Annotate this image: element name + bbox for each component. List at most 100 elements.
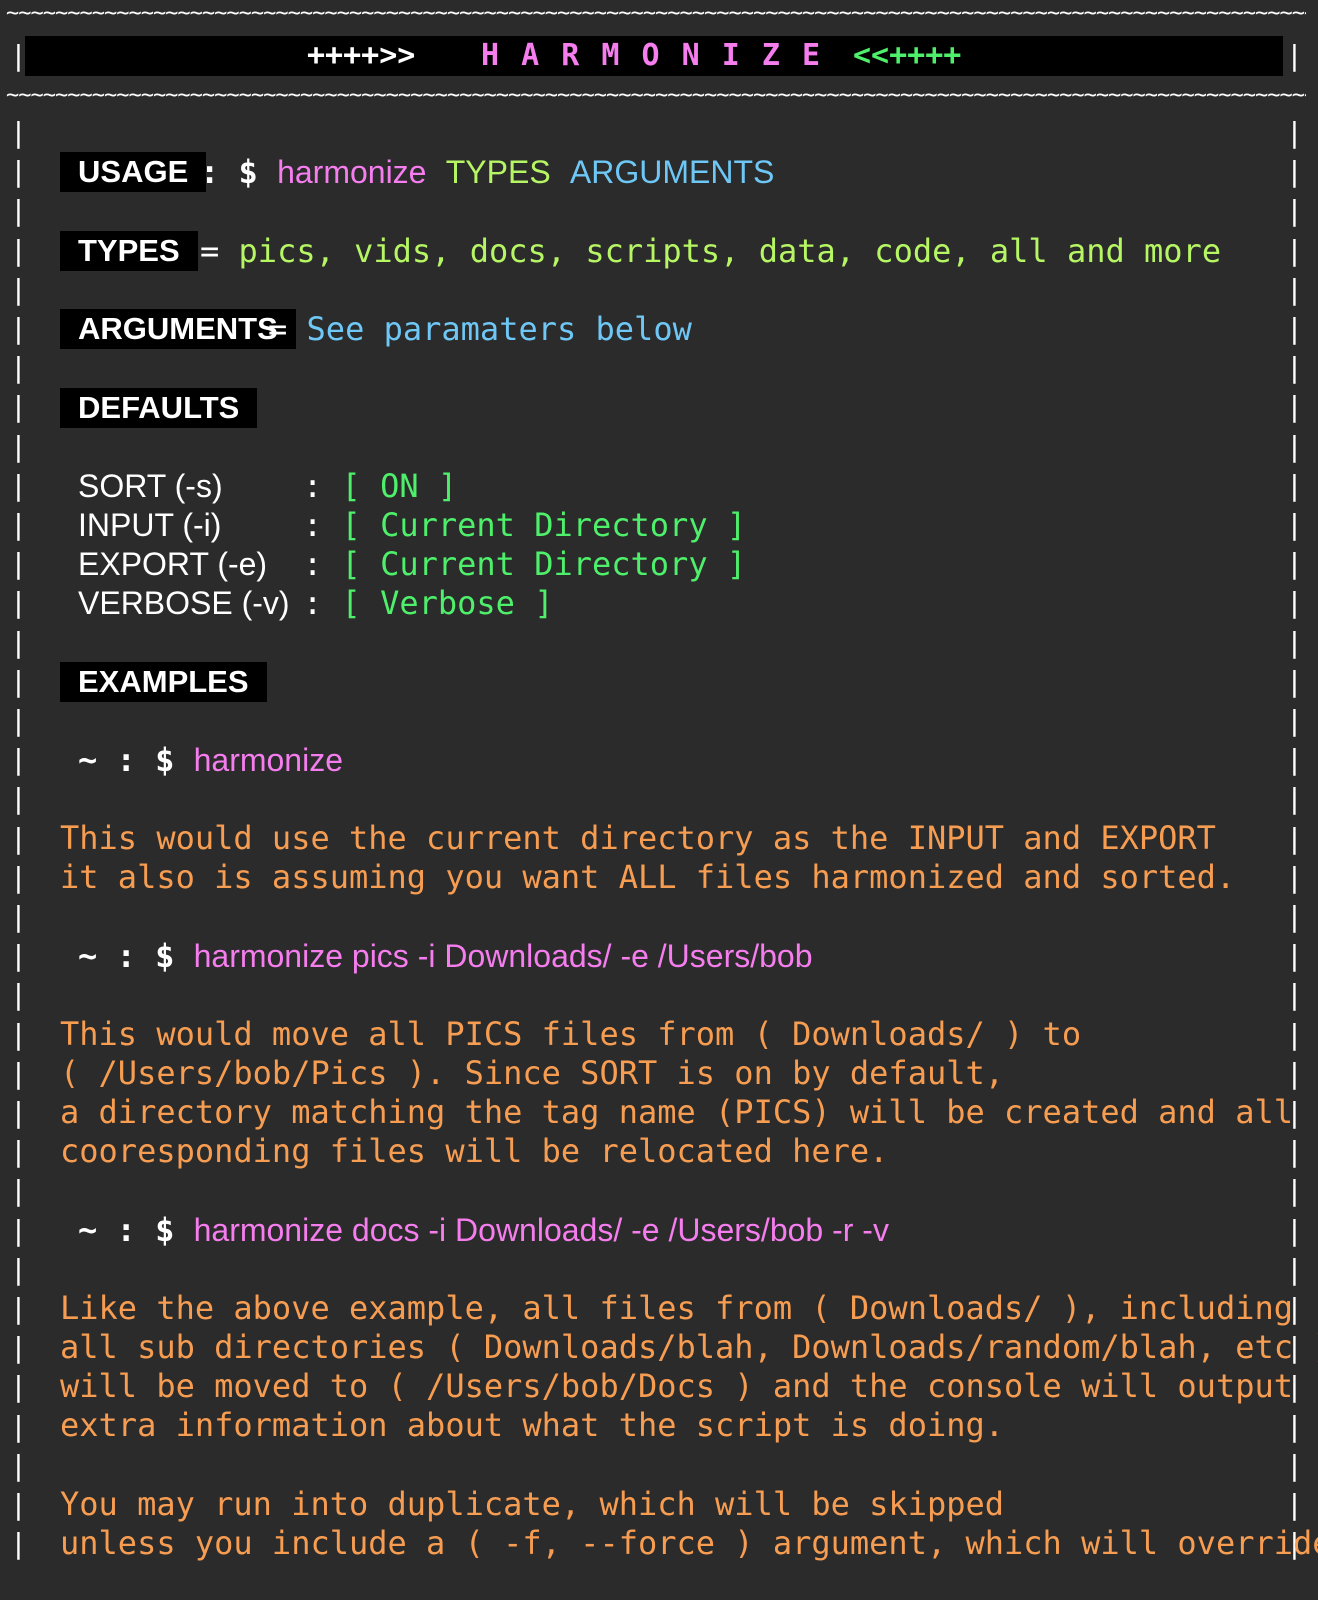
- example-3-desc-line: Like the above example, all files from (…: [60, 1289, 1293, 1327]
- left-border-pipe: |: [10, 1527, 27, 1560]
- default-value: [ Current Directory ]: [341, 545, 747, 583]
- default-value: [ Current Directory ]: [341, 506, 747, 544]
- examples-label: EXAMPLES: [60, 662, 267, 702]
- arguments-value: See paramaters below: [306, 310, 692, 348]
- right-border-pipe: |: [1286, 704, 1303, 737]
- example-cmd: harmonize: [193, 742, 343, 778]
- left-border-pipe: |: [10, 1174, 27, 1207]
- left-border-pipe: |: [10, 508, 27, 541]
- header-bottom-border: ~~~~~~~~~~~~~~~~~~~~~~~~~~~~~~~~~~~~~~~~…: [6, 86, 1306, 106]
- right-border-pipe: |: [1286, 194, 1303, 227]
- usage-cmd: harmonize: [277, 154, 427, 190]
- right-border-pipe: |: [1286, 1018, 1303, 1051]
- right-border-pipe: |: [1286, 1253, 1303, 1286]
- right-border-pipe: |: [1286, 665, 1303, 698]
- note-line: You may run into duplicate, which will b…: [60, 1485, 1005, 1523]
- right-border-pipe: |: [1286, 430, 1303, 463]
- example-2-desc-line: ( /Users/bob/Pics ). Since SORT is on by…: [60, 1054, 1005, 1092]
- example-3-desc-line: all sub directories ( Downloads/blah, Do…: [60, 1328, 1318, 1366]
- right-border-pipe: |: [1286, 273, 1303, 306]
- left-border-pipe: |: [10, 1096, 27, 1129]
- default-row-export: EXPORT (-e): [ Current Directory ]: [78, 544, 746, 584]
- default-row-verbose: VERBOSE (-v): [ Verbose ]: [78, 583, 553, 623]
- left-border-pipe: |: [10, 665, 27, 698]
- example-3-desc-line: will be moved to ( /Users/bob/Docs ) and…: [60, 1367, 1293, 1405]
- default-colon: :: [303, 545, 323, 583]
- right-border-pipe: |: [1286, 978, 1303, 1011]
- right-border-pipe: |: [1286, 1135, 1303, 1168]
- right-border-pipe: |: [1286, 1410, 1303, 1443]
- right-border-pipe: |: [1286, 939, 1303, 972]
- example-2-desc-line: cooresponding files will be relocated he…: [60, 1132, 889, 1170]
- example-1-desc-line: it also is assuming you want ALL files h…: [60, 858, 1236, 896]
- usage-sep: : $: [200, 153, 258, 191]
- example-2-command: ~ : $ harmonize pics -i Downloads/ -e /U…: [78, 936, 813, 976]
- example-cmd: harmonize pics -i Downloads/ -e /Users/b…: [193, 938, 813, 974]
- usage-label: USAGE: [60, 152, 207, 192]
- default-key: INPUT (-i): [78, 507, 222, 543]
- right-border-pipe: |: [1286, 861, 1303, 894]
- default-row-sort: SORT (-s): [ ON ]: [78, 466, 457, 506]
- example-1-command: ~ : $ harmonize: [78, 740, 343, 780]
- left-border-pipe: |: [10, 390, 27, 423]
- example-cmd: harmonize docs -i Downloads/ -e /Users/b…: [193, 1212, 889, 1248]
- types-label: TYPES: [60, 231, 198, 271]
- default-row-input: INPUT (-i): [ Current Directory ]: [78, 505, 746, 545]
- default-colon: :: [303, 584, 323, 622]
- left-border-pipe: |: [10, 1135, 27, 1168]
- arguments-sep: =: [268, 310, 288, 348]
- right-border-pipe: |: [1286, 822, 1303, 855]
- right-border-pipe: |: [1286, 508, 1303, 541]
- left-border-pipe: |: [10, 547, 27, 580]
- left-border-pipe: |: [10, 900, 27, 933]
- default-colon: :: [303, 506, 323, 544]
- arguments-label: ARGUMENTS: [60, 309, 296, 349]
- types-value: pics, vids, docs, scripts, data, code, a…: [238, 232, 1222, 270]
- right-border-pipe: |: [1286, 626, 1303, 659]
- types-line: = pics, vids, docs, scripts, data, code,…: [200, 231, 1221, 271]
- right-border-pipe: |: [1286, 1214, 1303, 1247]
- left-border-pipe: |: [10, 1292, 27, 1325]
- default-value: [ ON ]: [341, 467, 458, 505]
- left-border-pipe: |: [10, 116, 27, 149]
- left-border-pipe: |: [10, 743, 27, 776]
- right-border-pipe: |: [1286, 1488, 1303, 1521]
- left-border-pipe: |: [10, 1410, 27, 1443]
- usage-line: : $ harmonize TYPES ARGUMENTS: [200, 152, 774, 192]
- left-border-pipe: |: [10, 1057, 27, 1090]
- right-border-pipe: |: [1286, 547, 1303, 580]
- default-value: [ Verbose ]: [341, 584, 554, 622]
- prompt: ~ : $: [78, 1211, 175, 1249]
- top-border: ~~~~~~~~~~~~~~~~~~~~~~~~~~~~~~~~~~~~~~~~…: [6, 4, 1306, 24]
- left-border-pipe: |: [10, 861, 27, 894]
- right-border-pipe: |: [1286, 1057, 1303, 1090]
- note-line: unless you include a ( -f, --force ) arg…: [60, 1524, 1318, 1562]
- example-1-desc-line: This would use the current directory as …: [60, 819, 1216, 857]
- example-2-desc-line: This would move all PICS files from ( Do…: [60, 1015, 1082, 1053]
- default-colon: :: [303, 467, 323, 505]
- left-border-pipe: |: [10, 1331, 27, 1364]
- left-border-pipe: |: [10, 1370, 27, 1403]
- types-sep: =: [200, 232, 220, 270]
- title-banner: ++++>> H A R M O N I Z E <<++++: [25, 36, 1283, 76]
- right-border-pipe: |: [1286, 900, 1303, 933]
- left-border-pipe: |: [10, 782, 27, 815]
- left-border-pipe: |: [10, 586, 27, 619]
- right-border-pipe: |: [1286, 743, 1303, 776]
- right-border-pipe: |: [1286, 469, 1303, 502]
- left-border-pipe: |: [10, 1253, 27, 1286]
- left-border-pipe: |: [10, 704, 27, 737]
- left-border-pipe: |: [10, 978, 27, 1011]
- default-key: SORT (-s): [78, 468, 223, 504]
- right-border-pipe: |: [1286, 312, 1303, 345]
- left-border-pipe: |: [10, 1214, 27, 1247]
- left-border-pipe: |: [10, 351, 27, 384]
- prompt: ~ : $: [78, 937, 175, 975]
- example-3-command: ~ : $ harmonize docs -i Downloads/ -e /U…: [78, 1210, 889, 1250]
- default-key: EXPORT (-e): [78, 546, 268, 582]
- left-border-pipe: |: [10, 469, 27, 502]
- left-border-pipe: |: [10, 430, 27, 463]
- right-border-pipe: |: [1286, 155, 1303, 188]
- left-border-pipe: |: [10, 234, 27, 267]
- left-border-pipe: |: [10, 1018, 27, 1051]
